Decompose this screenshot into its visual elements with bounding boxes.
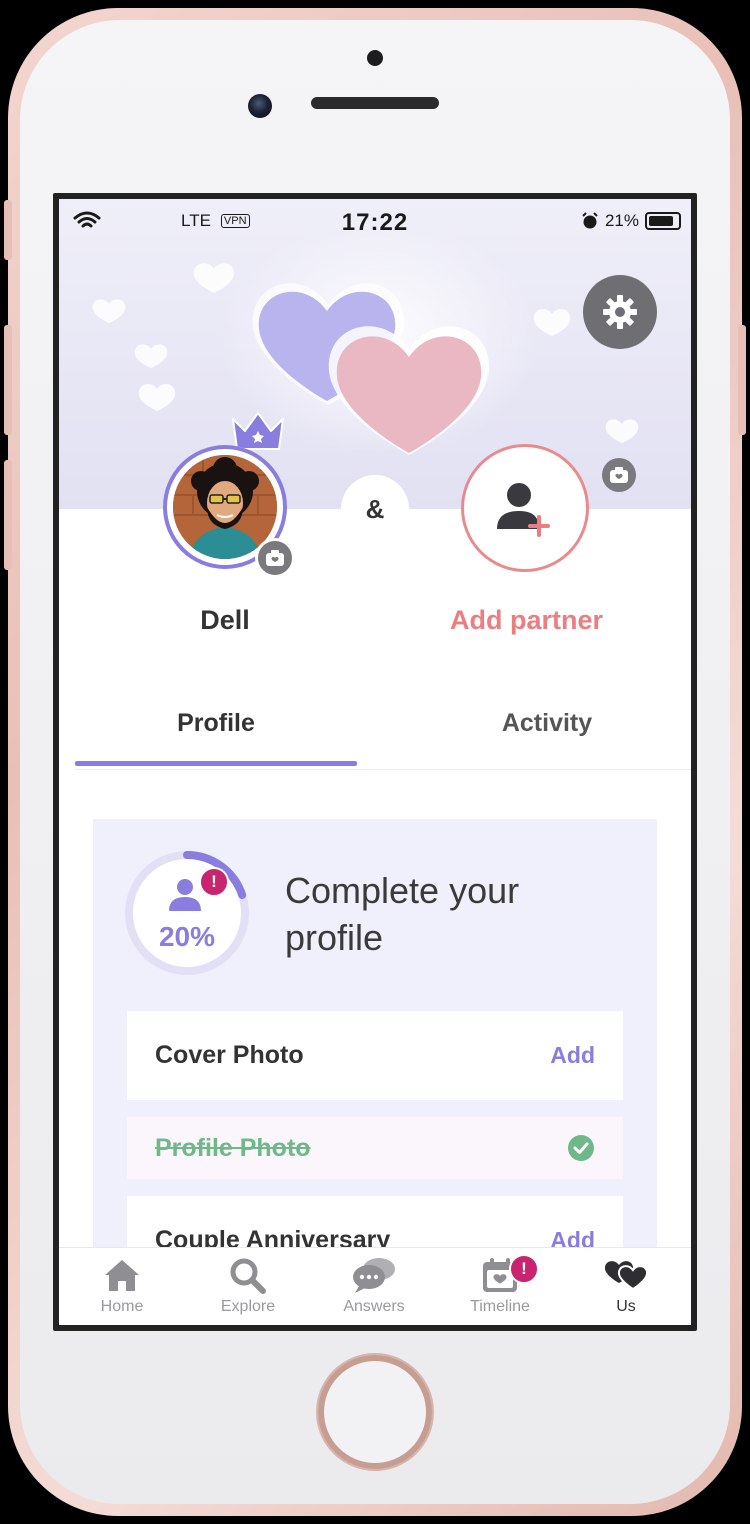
profile-tabs: Profile Activity [75,689,691,770]
task-cover-photo[interactable]: Cover Photo Add [127,1011,623,1100]
nav-label: Explore [220,1298,276,1315]
front-camera [248,94,272,118]
app-screen: LTE VPN 17:22 21% & Dell Add partner Pro… [59,199,691,1325]
alarm-clock-icon [582,212,598,229]
alert-badge: ! [199,867,229,897]
nav-answers[interactable]: Answers [311,1254,437,1316]
progress-percent: 20% [158,921,216,952]
battery-icon [645,212,681,230]
ampersand-connector: & [341,475,409,543]
nav-home[interactable]: Home [59,1254,185,1316]
nav-explore[interactable]: Explore [185,1254,311,1316]
gear-icon [603,295,637,329]
search-icon [230,1258,266,1294]
nav-label: Home [100,1298,144,1315]
volume-up-button [4,325,12,435]
tab-profile[interactable]: Profile [75,709,357,738]
power-button [738,325,746,435]
user-name: Dell [200,605,250,635]
volume-down-button [4,460,12,570]
add-cover-photo-button[interactable]: Add [550,1042,595,1069]
add-partner-button[interactable] [461,444,589,572]
status-bar: LTE VPN 17:22 21% [59,199,691,245]
timeline-badge: ! [509,1254,539,1284]
check-icon [568,1135,594,1161]
nav-label: Timeline [470,1298,530,1315]
add-partner-label[interactable]: Add partner [429,605,624,636]
cover-camera-button[interactable] [602,458,636,492]
nav-label: Us [616,1298,636,1315]
bottom-navigation: Home Explore Answers ! Timeline Us [59,1247,691,1325]
tab-activity[interactable]: Activity [405,709,689,738]
cover-area[interactable] [59,199,691,509]
home-icon [105,1260,139,1291]
screen: LTE VPN 17:22 21% & Dell Add partner Pro… [53,193,697,1331]
progress-ring [125,851,249,975]
decorative-hearts [92,219,639,459]
nav-timeline[interactable]: ! Timeline [437,1254,563,1316]
card-title: Complete your profile [285,870,520,958]
earpiece-speaker [311,97,439,109]
task-label: Profile Photo [155,1133,311,1162]
avatar-camera-button[interactable] [255,538,295,578]
camera-icon [266,550,284,566]
active-tab-indicator [75,761,357,766]
battery-percent: 21% [604,211,639,230]
proximity-sensor [367,50,383,66]
task-label: Cover Photo [155,1041,304,1069]
settings-button[interactable] [583,275,657,349]
nav-label: Answers [343,1298,405,1315]
task-profile-photo: Profile Photo [127,1117,623,1179]
profile-progress: ! 20% [125,851,253,979]
nav-us[interactable]: Us [563,1254,689,1316]
status-right: 21% [581,211,681,231]
hearts-icon [604,1261,649,1291]
home-button[interactable] [318,1355,432,1469]
chat-bubbles-icon [353,1258,395,1293]
camera-icon [610,467,628,483]
add-user-icon [497,483,550,537]
mute-switch [4,200,12,260]
